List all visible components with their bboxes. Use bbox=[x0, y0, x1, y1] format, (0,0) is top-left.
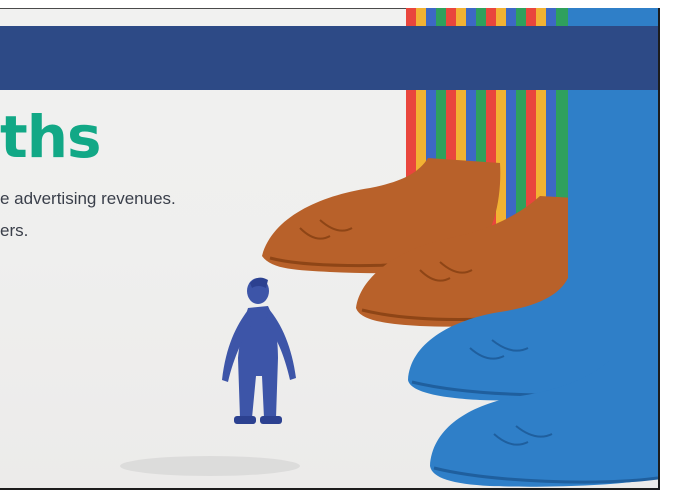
slide-body-line: ers. bbox=[0, 221, 29, 240]
slide-title: ths bbox=[0, 103, 102, 171]
small-person-icon bbox=[120, 277, 300, 476]
slide-body-line: e advertising revenues. bbox=[0, 189, 176, 208]
header-band bbox=[0, 26, 658, 90]
presentation-slide: ths e advertising revenues. ers. bbox=[0, 8, 660, 490]
screenshot-frame: ths e advertising revenues. ers. bbox=[0, 0, 674, 503]
